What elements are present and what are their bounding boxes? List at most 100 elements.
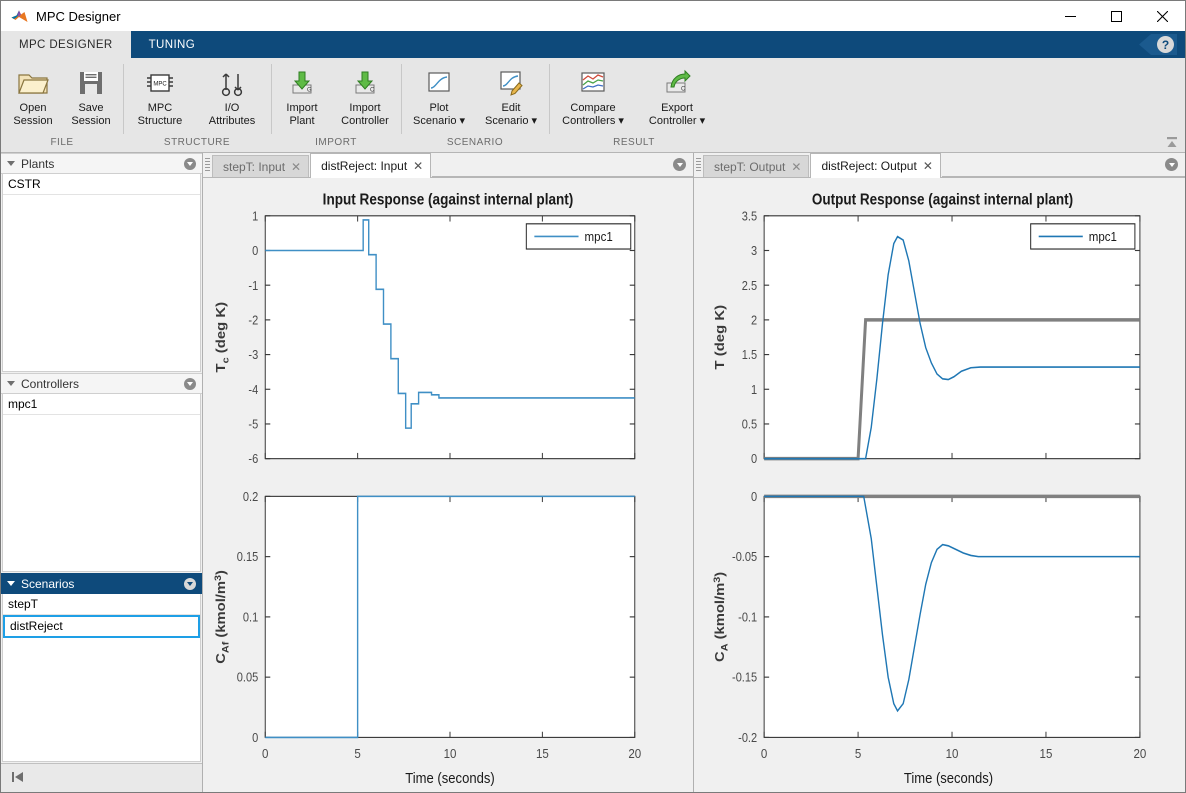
pane-grip-handle[interactable]	[203, 152, 212, 177]
mpc-structure-button[interactable]: MPC MPCStructure	[125, 64, 195, 127]
collapse-triangle-icon[interactable]	[7, 381, 15, 386]
export-controller-button[interactable]: C ExportController▾	[636, 64, 718, 127]
svg-text:3: 3	[751, 243, 758, 258]
close-icon[interactable]: ✕	[791, 161, 801, 173]
maximize-button[interactable]	[1093, 1, 1139, 31]
svg-text:15: 15	[1040, 746, 1053, 761]
pane-grip-handle[interactable]	[694, 152, 703, 177]
scenarios-panel-header[interactable]: Scenarios	[1, 573, 202, 594]
svg-text:0: 0	[751, 490, 758, 504]
list-item-scenario-distreject[interactable]: distReject	[3, 615, 200, 638]
close-icon[interactable]: ✕	[291, 161, 301, 173]
title-bar-left: MPC Designer	[1, 9, 121, 24]
output-t-svg: Output Response (against internal plant)…	[694, 178, 1185, 485]
document-area: stepT: Input ✕ distReject: Input ✕ In	[203, 153, 1185, 792]
svg-text:G: G	[307, 88, 312, 94]
plot-scenario-button[interactable]: PlotScenario▾	[403, 64, 475, 127]
svg-text:0: 0	[262, 746, 269, 761]
scenarios-list[interactable]: stepT distReject	[2, 594, 201, 762]
svg-text:20: 20	[628, 746, 641, 761]
io-attributes-button[interactable]: I/OAttributes	[195, 64, 269, 127]
svg-text:2.5: 2.5	[742, 278, 758, 293]
svg-text:0.05: 0.05	[237, 671, 259, 685]
close-button[interactable]	[1139, 1, 1185, 31]
tab-stept-input[interactable]: stepT: Input ✕	[212, 155, 309, 177]
svg-text:5: 5	[354, 746, 361, 761]
chevron-down-icon[interactable]: ▾	[531, 115, 537, 128]
controllers-panel-menu-icon[interactable]	[184, 378, 196, 390]
io-attributes-label: I/OAttributes	[209, 102, 255, 127]
plants-list[interactable]: CSTR	[2, 174, 201, 372]
output-response-t-chart: Output Response (against internal plant)…	[694, 178, 1185, 485]
import-controller-label: ImportController	[341, 102, 389, 127]
go-to-start-icon[interactable]	[11, 771, 25, 786]
import-controller-button[interactable]: C ImportController	[331, 64, 399, 127]
window-title: MPC Designer	[36, 9, 121, 24]
svg-text:Time (seconds): Time (seconds)	[904, 769, 993, 786]
ribbon-group-result-items: CompareControllers▾ C ExportController▾	[550, 64, 718, 136]
matlab-logo-icon	[11, 9, 28, 24]
plants-panel: Plants CSTR	[1, 153, 202, 373]
collapse-triangle-icon[interactable]	[7, 161, 15, 166]
open-session-button[interactable]: OpenSession	[4, 64, 62, 127]
ribbon-tabstrip: MPC DESIGNER TUNING ?	[1, 31, 1185, 58]
output-pane-menu-icon[interactable]	[1165, 158, 1178, 171]
edit-scenario-icon	[496, 66, 526, 100]
svg-text:10: 10	[946, 746, 959, 761]
ribbon-group-file: OpenSession SaveSession FIL	[1, 58, 123, 152]
collapse-ribbon-icon[interactable]	[1163, 134, 1181, 150]
tab-stept-output[interactable]: stepT: Output ✕	[703, 155, 809, 177]
svg-text:0: 0	[751, 452, 758, 467]
window-controls	[1047, 1, 1185, 31]
ribbon-tab-tuning[interactable]: TUNING	[131, 31, 213, 58]
ribbon-group-import-label: IMPORT	[271, 137, 401, 148]
edit-scenario-button[interactable]: EditScenario▾	[475, 64, 547, 127]
svg-text:-6: -6	[248, 452, 258, 467]
output-ca-svg: 0-0.05-0.1-0.15-0.2 05101520 CA (kmol/m3…	[694, 485, 1185, 792]
list-item-scenario-stept[interactable]: stepT	[3, 594, 200, 615]
svg-text:0: 0	[252, 243, 259, 258]
svg-text:-1: -1	[248, 278, 258, 293]
plot-scenario-label: PlotScenario▾	[413, 102, 465, 127]
output-response-ca-chart: 0-0.05-0.1-0.15-0.2 05101520 CA (kmol/m3…	[694, 485, 1185, 792]
import-plant-button[interactable]: G ImportPlant	[273, 64, 331, 127]
tabstrip-filler	[432, 155, 693, 177]
list-item-controller[interactable]: mpc1	[3, 394, 200, 415]
open-session-label: OpenSession	[13, 102, 52, 127]
mpc-structure-label: MPCStructure	[138, 102, 183, 127]
help-button[interactable]: ?	[1139, 34, 1177, 55]
svg-text:3.5: 3.5	[742, 209, 758, 224]
minimize-button[interactable]	[1047, 1, 1093, 31]
svg-text:T (deg K): T (deg K)	[712, 305, 727, 369]
plants-panel-header[interactable]: Plants	[1, 153, 202, 174]
ribbon-group-import: G ImportPlant C ImportControlle	[271, 58, 401, 152]
scenarios-panel-menu-icon[interactable]	[184, 578, 196, 590]
compare-controllers-button[interactable]: CompareControllers▾	[550, 64, 636, 127]
input-pane-tabstrip: stepT: Input ✕ distReject: Input ✕	[203, 153, 693, 178]
chevron-down-icon[interactable]: ▾	[618, 115, 624, 128]
ribbon-group-scenario-label: SCENARIO	[401, 137, 549, 148]
tab-distreject-input[interactable]: distReject: Input ✕	[310, 153, 431, 178]
ribbon-tab-mpc-designer[interactable]: MPC DESIGNER	[1, 31, 131, 58]
svg-text:15: 15	[536, 746, 549, 761]
plants-panel-menu-icon[interactable]	[184, 158, 196, 170]
svg-text:0.2: 0.2	[243, 490, 258, 504]
save-session-button[interactable]: SaveSession	[62, 64, 120, 127]
svg-text:-4: -4	[248, 382, 258, 397]
controllers-panel-header[interactable]: Controllers	[1, 373, 202, 394]
status-bar	[1, 763, 202, 792]
close-icon[interactable]: ✕	[413, 160, 423, 172]
list-item-plant[interactable]: CSTR	[3, 174, 200, 195]
input-pane-menu-icon[interactable]	[673, 158, 686, 171]
controllers-list[interactable]: mpc1	[2, 394, 201, 572]
tabstrip-filler	[942, 155, 1185, 177]
chevron-down-icon[interactable]: ▾	[700, 115, 706, 128]
collapse-triangle-icon[interactable]	[7, 581, 15, 586]
ribbon-group-file-label: FILE	[1, 137, 123, 148]
chevron-down-icon[interactable]: ▾	[459, 115, 465, 128]
tab-distreject-output[interactable]: distReject: Output ✕	[810, 153, 940, 178]
close-icon[interactable]: ✕	[923, 160, 933, 172]
ribbon-group-scenario: PlotScenario▾ EditScenario▾ SCENARIO	[401, 58, 549, 152]
input-caf-svg: 00.050.10.150.2 05101520 CAf (kmol/m3) T…	[203, 485, 693, 792]
ribbon-group-import-items: G ImportPlant C ImportControlle	[273, 64, 399, 136]
